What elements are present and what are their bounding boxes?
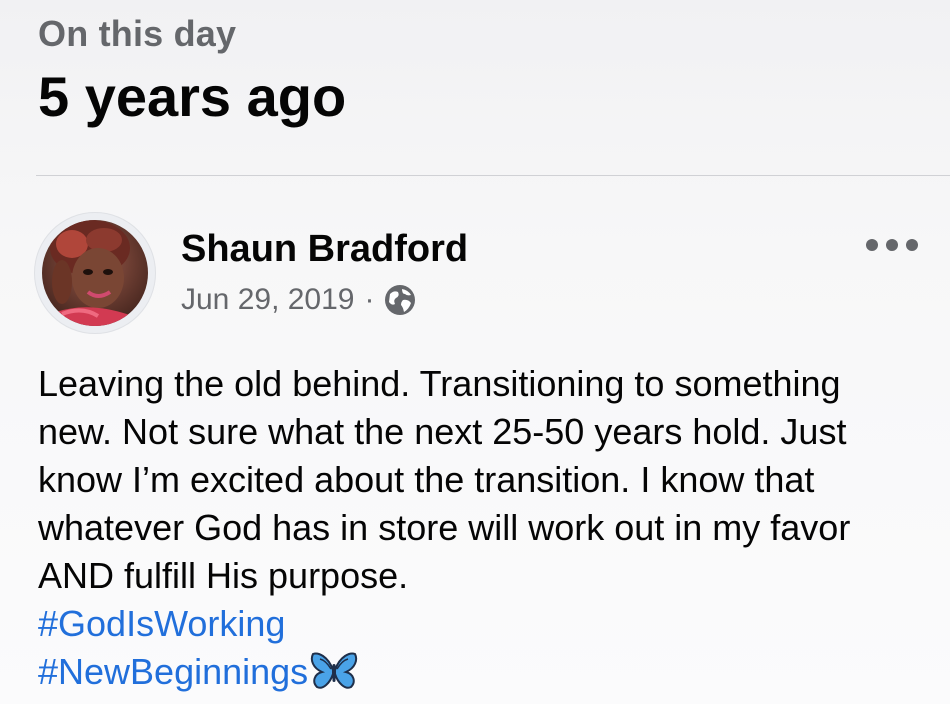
globe-icon [384,284,416,316]
post-body: Leaving the old behind. Transitioning to… [38,360,918,696]
hashtag-link[interactable]: #GodIsWorking [38,600,918,648]
post-text: Leaving the old behind. Transitioning to… [38,363,851,596]
author-name[interactable]: Shaun Bradford [181,228,468,271]
more-horizontal-icon [866,239,878,251]
hashtag-row: #NewBeginnings [38,651,358,692]
more-dot [906,239,918,251]
more-options-button[interactable] [866,230,918,260]
memory-post: Shaun Bradford Jun 29, 2019 · Leaving th… [0,176,950,704]
memory-title: 5 years ago [38,65,347,128]
author-avatar-frame[interactable] [34,212,156,334]
memory-header: On this day 5 years ago [38,12,912,130]
butterfly-icon [310,650,358,692]
post-meta: Jun 29, 2019 · [181,283,416,317]
avatar[interactable] [42,220,148,326]
post-date[interactable]: Jun 29, 2019 [181,283,354,317]
more-dot [886,239,898,251]
hashtag-link[interactable]: #NewBeginnings [38,651,308,692]
meta-separator: · [364,283,375,316]
memory-subtitle: On this day [38,13,237,54]
